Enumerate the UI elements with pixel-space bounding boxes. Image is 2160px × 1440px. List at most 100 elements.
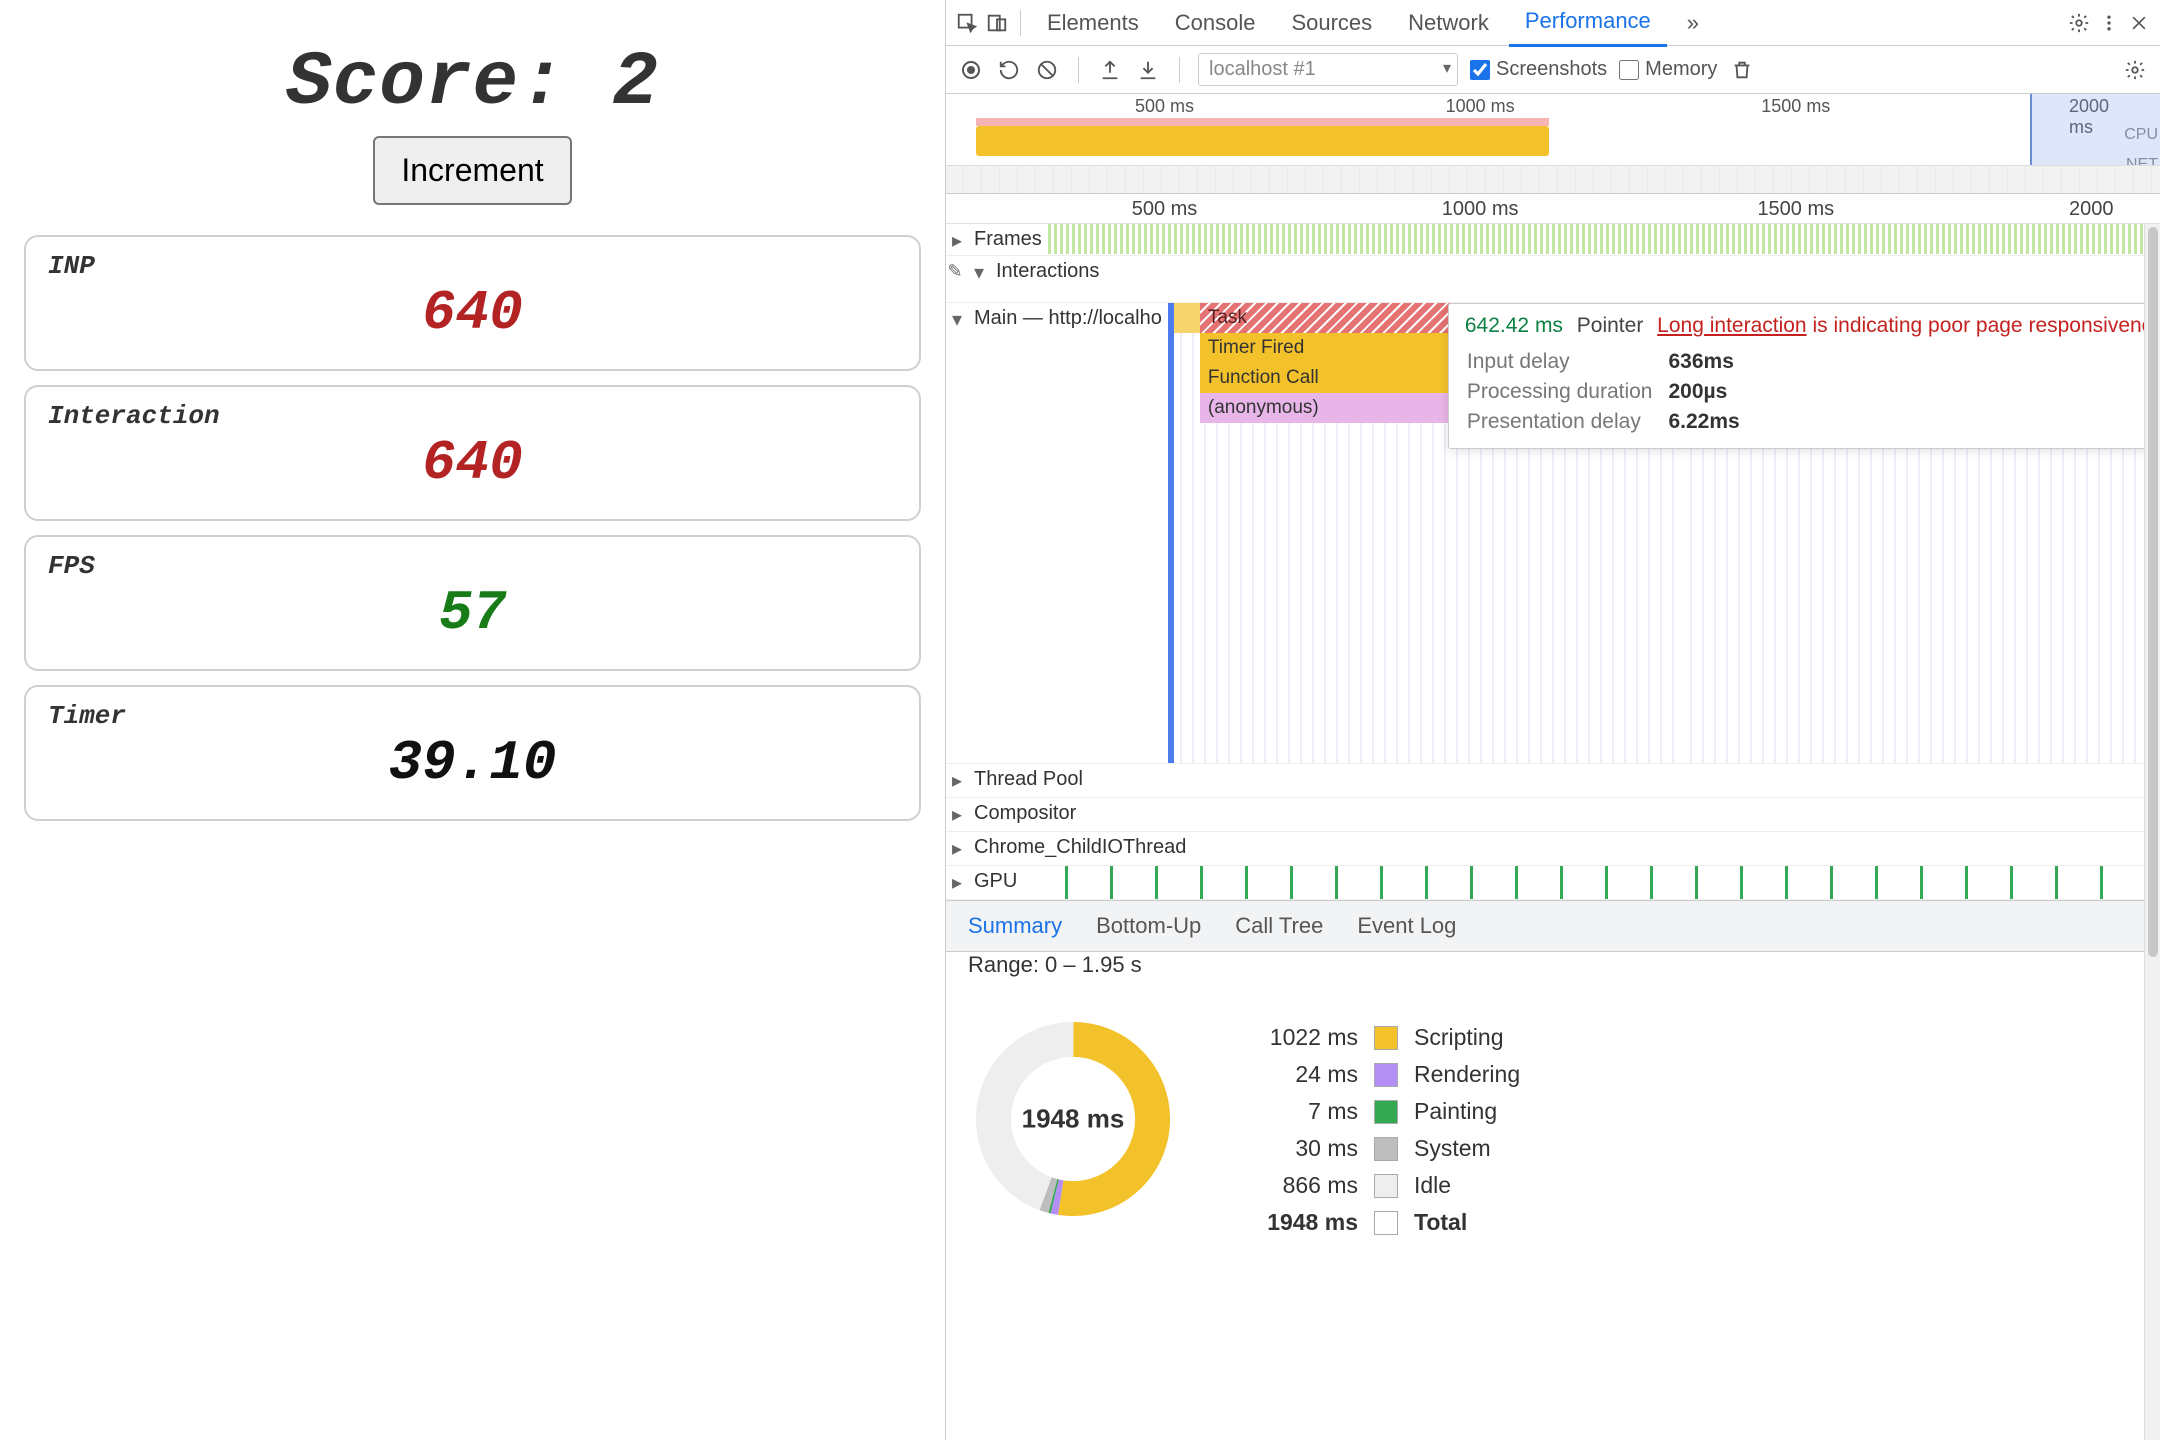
interactions-body[interactable] — [1105, 256, 2144, 302]
disclosure-icon[interactable]: ▸ — [946, 866, 968, 899]
legend-ms: 866 ms — [1238, 1172, 1358, 1199]
kebab-icon[interactable] — [2096, 10, 2122, 36]
upload-icon[interactable] — [1097, 57, 1123, 83]
app-page: Score: 2 Increment INP 640 Interaction 6… — [0, 0, 945, 1440]
tab-console[interactable]: Console — [1159, 0, 1272, 46]
legend-ms: 30 ms — [1238, 1135, 1358, 1162]
summary-tabbar: Summary Bottom-Up Call Tree Event Log — [946, 900, 2144, 952]
legend-swatch — [1374, 1211, 1398, 1235]
legend-row: 1022 msScripting — [1238, 1024, 1520, 1051]
memory-checkbox[interactable]: Memory — [1619, 58, 1717, 81]
devtools-tabbar: Elements Console Sources Network Perform… — [946, 0, 2160, 46]
recordings-dropdown[interactable]: localhost #1 — [1198, 53, 1458, 86]
device-toolbar-icon[interactable] — [984, 10, 1010, 36]
summary-tab-summary[interactable]: Summary — [968, 913, 1062, 939]
disclosure-icon[interactable]: ▸ — [946, 764, 968, 797]
metric-card-inp: INP 640 — [24, 235, 921, 371]
legend-row: 1948 msTotal — [1238, 1209, 1520, 1236]
track-gpu[interactable]: ▸ GPU — [946, 866, 2144, 900]
track-interactions[interactable]: ✎ ▾ Interactions — [946, 256, 2144, 303]
frames-strip[interactable] — [1048, 224, 2144, 254]
tooltip-rest: is indicating poor page responsiveness. — [1812, 314, 2144, 337]
legend-label: Rendering — [1414, 1061, 1520, 1088]
gear-icon[interactable] — [2122, 57, 2148, 83]
track-main[interactable]: ▾ Main — http://localho Task Timer Fired… — [946, 303, 2144, 764]
screenshots-checkbox-input[interactable] — [1470, 60, 1490, 80]
tab-network[interactable]: Network — [1392, 0, 1505, 46]
trash-icon[interactable] — [1729, 57, 1755, 83]
increment-button[interactable]: Increment — [373, 136, 571, 205]
divider — [1020, 10, 1021, 36]
tab-more[interactable]: » — [1671, 0, 1715, 46]
memory-checkbox-input[interactable] — [1619, 60, 1639, 80]
summary-range: Range: 0 – 1.95 s — [946, 952, 2144, 978]
score-heading: Score: 2 — [24, 40, 921, 126]
track-frames[interactable]: ▸ Frames — [946, 224, 2144, 256]
download-icon[interactable] — [1135, 57, 1161, 83]
track-child-io[interactable]: ▸ Chrome_ChildIOThread — [946, 832, 2144, 866]
divider — [1078, 57, 1079, 83]
screenshots-checkbox[interactable]: Screenshots — [1470, 58, 1607, 81]
reload-record-icon[interactable] — [996, 57, 1022, 83]
legend-label: Total — [1414, 1209, 1467, 1236]
close-icon[interactable] — [2126, 10, 2152, 36]
disclosure-icon[interactable]: ▸ — [946, 224, 968, 255]
track-label: Compositor — [968, 798, 1082, 831]
legend-label: System — [1414, 1135, 1491, 1162]
legend-row: 30 ms System — [1238, 1135, 1520, 1162]
legend-ms: 1022 ms — [1238, 1024, 1358, 1051]
disclosure-icon[interactable]: ▾ — [968, 256, 990, 302]
donut-center: 1948 ms — [1022, 1104, 1125, 1135]
track-label: Interactions — [990, 256, 1105, 302]
disclosure-icon[interactable]: ▾ — [946, 303, 968, 763]
metric-value: 640 — [48, 281, 897, 345]
legend-swatch — [1374, 1063, 1398, 1087]
track-thread-pool[interactable]: ▸ Thread Pool — [946, 764, 2144, 798]
summary-tab-event-log[interactable]: Event Log — [1357, 913, 1456, 939]
score-value: 2 — [612, 40, 659, 126]
pencil-icon[interactable]: ✎ — [946, 256, 968, 302]
timeline-ruler[interactable]: 500 ms 1000 ms 1500 ms 2000 ms — [946, 194, 2160, 224]
legend-swatch — [1374, 1174, 1398, 1198]
summary-donut: 1948 ms — [968, 1014, 1178, 1224]
summary-tab-call-tree[interactable]: Call Tree — [1235, 913, 1323, 939]
metric-card-timer: Timer 39.10 — [24, 685, 921, 821]
tooltip-long-interaction-link[interactable]: Long interaction — [1657, 314, 1806, 337]
summary-body: 1948 ms 1022 msScripting24 msRendering7 … — [946, 996, 2144, 1264]
track-label: Frames — [968, 224, 1048, 255]
record-icon[interactable] — [958, 57, 984, 83]
metric-label: FPS — [48, 551, 897, 581]
interaction-tooltip: 642.42 ms Pointer Long interaction is in… — [1448, 303, 2144, 449]
score-label: Score: — [286, 40, 566, 126]
overview-activity — [976, 118, 2000, 156]
tooltip-metrics: Input delay636ms Processing duration200µ… — [1465, 346, 1756, 438]
summary-legend: 1022 msScripting24 msRendering7 msPainti… — [1238, 1014, 1520, 1246]
legend-row: 866 msIdle — [1238, 1172, 1520, 1199]
summary-tab-bottom-up[interactable]: Bottom-Up — [1096, 913, 1201, 939]
tab-elements[interactable]: Elements — [1031, 0, 1155, 46]
perf-overview[interactable]: 500 ms 1000 ms 1500 ms 2000 ms CPU NET — [946, 94, 2160, 194]
legend-label: Painting — [1414, 1098, 1497, 1125]
inspect-element-icon[interactable] — [954, 10, 980, 36]
metric-label: Interaction — [48, 401, 897, 431]
gear-icon[interactable] — [2066, 10, 2092, 36]
tab-performance[interactable]: Performance — [1509, 0, 1667, 47]
flame-chart[interactable]: Task Timer Fired Function Call (anonymou… — [1168, 303, 2144, 763]
clear-icon[interactable] — [1034, 57, 1060, 83]
track-label: Chrome_ChildIOThread — [968, 832, 1192, 865]
disclosure-icon[interactable]: ▸ — [946, 798, 968, 831]
memory-checkbox-label: Memory — [1645, 58, 1717, 81]
tab-sources[interactable]: Sources — [1275, 0, 1388, 46]
track-label: Thread Pool — [968, 764, 1089, 797]
tooltip-kind: Pointer — [1577, 314, 1644, 337]
overview-filmstrip — [946, 165, 2160, 193]
track-compositor[interactable]: ▸ Compositor — [946, 798, 2144, 832]
metric-card-fps: FPS 57 — [24, 535, 921, 671]
disclosure-icon[interactable]: ▸ — [946, 832, 968, 865]
legend-ms: 24 ms — [1238, 1061, 1358, 1088]
scrollbar[interactable] — [2144, 224, 2160, 1440]
tooltip-time: 642.42 ms — [1465, 314, 1563, 337]
metric-value: 640 — [48, 431, 897, 495]
legend-swatch — [1374, 1100, 1398, 1124]
track-label: Main — http://localho — [968, 303, 1168, 763]
